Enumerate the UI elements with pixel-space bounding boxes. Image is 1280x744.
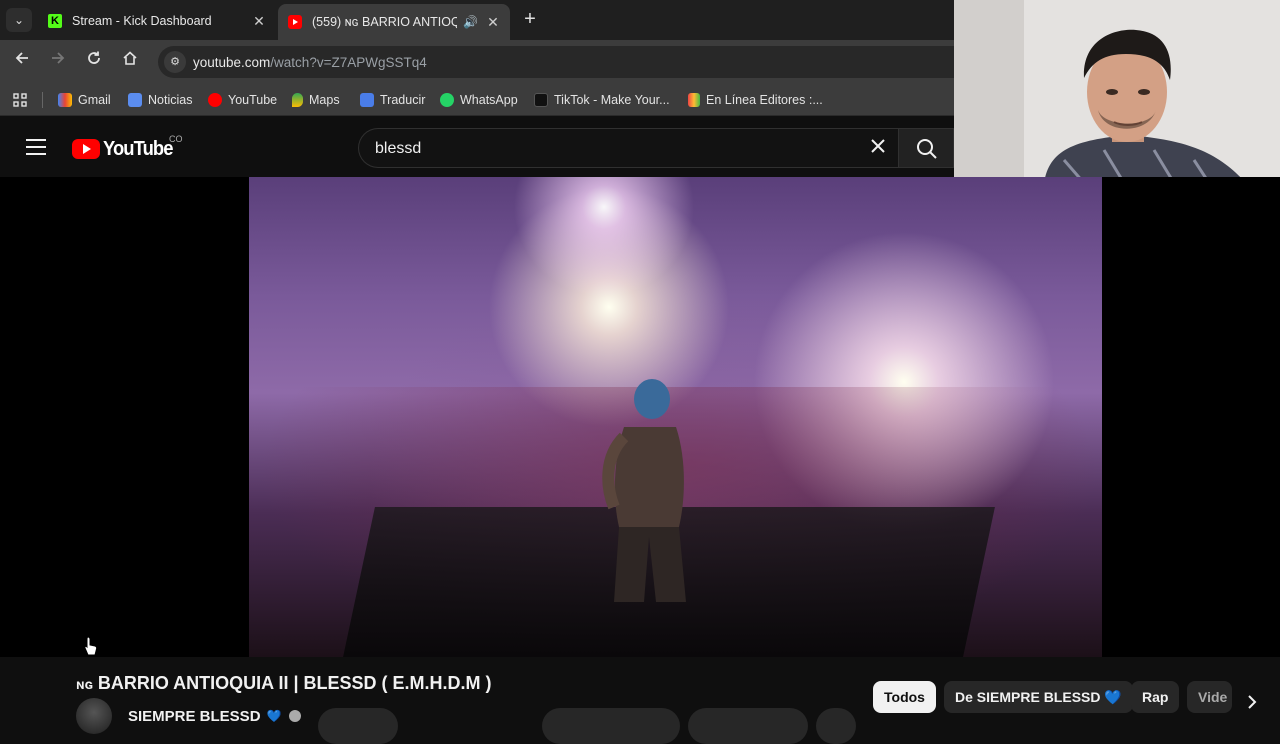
clear-search-button[interactable] (866, 136, 890, 160)
address-url: youtube.com/watch?v=Z7APWgSSTq4 (193, 55, 427, 70)
chip-rap[interactable]: Rap (1131, 681, 1180, 713)
verified-icon (289, 710, 302, 722)
reload-icon (88, 51, 100, 64)
like-dislike-button[interactable] (542, 708, 680, 744)
back-button[interactable] (10, 50, 34, 74)
reload-button[interactable] (82, 50, 106, 74)
chevron-right-icon (1248, 695, 1257, 709)
tab-kick-dashboard[interactable]: K Stream - Kick Dashboard ✕ (38, 6, 276, 36)
youtube-logo[interactable]: YouTube (72, 137, 179, 161)
url-host: youtube.com (193, 54, 271, 70)
arrow-right-icon (52, 52, 65, 64)
news-icon (128, 93, 142, 107)
tab-search-dropdown-button[interactable]: ⌄ (6, 8, 32, 32)
video-player[interactable] (0, 177, 1280, 657)
chip-de-siempre-blessd[interactable]: De SIEMPRE BLESSD 💙 (944, 681, 1133, 713)
editores-icon (688, 93, 700, 107)
bookmarks-divider (42, 92, 43, 108)
chips-next-button[interactable] (1238, 688, 1266, 716)
site-info-icon[interactable]: ⚙ (164, 51, 186, 73)
youtube-icon (208, 93, 222, 107)
bookmark-label: Noticias (148, 93, 193, 107)
arrow-left-icon (15, 52, 28, 64)
bookmarks-bar: Gmail Noticias YouTube Maps Traducir Wha… (0, 84, 954, 116)
bookmark-noticias[interactable]: Noticias (128, 91, 192, 109)
share-button[interactable] (688, 708, 808, 744)
search-icon (917, 139, 937, 159)
home-button[interactable] (118, 50, 142, 74)
bookmark-label: WhatsApp (460, 93, 518, 107)
menu-icon[interactable] (26, 139, 46, 157)
bookmark-tiktok[interactable]: TikTok - Make Your... (534, 91, 670, 109)
title-prefix: ɴɢ (76, 676, 93, 692)
streamer-webcam-image (954, 0, 1280, 183)
tab-title: (559) ɴɢ BARRIO ANTIOQUIA (312, 15, 458, 29)
bookmark-youtube[interactable]: YouTube (208, 91, 277, 109)
tiktok-icon (534, 93, 548, 107)
address-bar[interactable]: ⚙ youtube.com/watch?v=Z7APWgSSTq4 (158, 46, 958, 78)
channel-heart: 💙 (266, 709, 282, 723)
search-query-text: blessd (375, 140, 422, 157)
bookmark-label: TikTok - Make Your... (554, 93, 670, 107)
apps-grid-icon (13, 93, 27, 107)
tab-youtube-video[interactable]: (559) ɴɢ BARRIO ANTIOQUIA 🔊 ✕ (278, 4, 510, 40)
avatar[interactable] (76, 698, 112, 734)
tab-title: Stream - Kick Dashboard (72, 14, 212, 28)
country-code: CO (169, 134, 183, 144)
more-actions-button[interactable] (816, 708, 856, 744)
gmail-icon (58, 93, 72, 107)
youtube-masthead: YouTube CO blessd (0, 120, 954, 177)
browser-toolbar: ⚙ youtube.com/watch?v=Z7APWgSSTq4 (0, 40, 958, 84)
bookmark-label: Traducir (380, 93, 426, 107)
bookmark-maps[interactable]: Maps (292, 91, 340, 109)
channel-name[interactable]: SIEMPRE BLESSD (128, 708, 261, 725)
bookmark-whatsapp[interactable]: WhatsApp (440, 91, 518, 109)
subscribe-button[interactable] (318, 708, 398, 744)
logo-wordmark: YouTube (103, 137, 173, 160)
browser-tab-strip: ⌄ K Stream - Kick Dashboard ✕ (559) ɴɢ B… (0, 0, 954, 40)
search-button[interactable] (898, 128, 954, 168)
translate-icon (360, 93, 374, 107)
search-input[interactable]: blessd (358, 128, 898, 168)
bookmark-traducir[interactable]: Traducir (360, 91, 425, 109)
bookmark-en-linea-editores[interactable]: En Línea Editores :... (688, 91, 823, 109)
performer-figure (602, 379, 686, 602)
webcam-overlay (954, 0, 1280, 183)
bookmark-label: YouTube (228, 93, 278, 107)
whatsapp-icon (440, 93, 454, 107)
forward-button[interactable] (46, 50, 70, 74)
apps-button[interactable] (12, 91, 28, 109)
new-tab-button[interactable]: + (518, 8, 542, 32)
close-tab-icon[interactable]: ✕ (252, 13, 266, 30)
channel-info[interactable]: SIEMPRE BLESSD 💙 (76, 698, 302, 734)
bookmark-label: En Línea Editores :... (706, 93, 823, 107)
youtube-play-icon (72, 139, 100, 159)
hand-cursor-icon (84, 636, 98, 656)
youtube-icon (288, 15, 302, 29)
url-path: /watch?v=Z7APWgSSTq4 (270, 54, 427, 70)
title-text: BARRIO ANTIOQUIA II | BLESSD ( E.M.H.D.M… (97, 673, 492, 693)
close-icon (871, 139, 885, 153)
chip-todos[interactable]: Todos (873, 681, 936, 713)
bookmark-label: Maps (309, 93, 340, 107)
bookmark-label: Gmail (78, 93, 111, 107)
bookmark-gmail[interactable]: Gmail (58, 91, 111, 109)
kick-icon: K (48, 14, 62, 28)
audio-playing-icon[interactable]: 🔊 (463, 15, 478, 29)
video-frame[interactable] (249, 177, 1102, 657)
video-title: ɴɢ BARRIO ANTIOQUIA II | BLESSD ( E.M.H.… (76, 673, 492, 694)
home-icon (123, 51, 137, 65)
close-tab-icon[interactable]: ✕ (486, 14, 500, 31)
maps-pin-icon (292, 93, 303, 107)
chip-videos[interactable]: Vide (1187, 681, 1232, 713)
chevron-down-icon: ⌄ (13, 13, 25, 27)
